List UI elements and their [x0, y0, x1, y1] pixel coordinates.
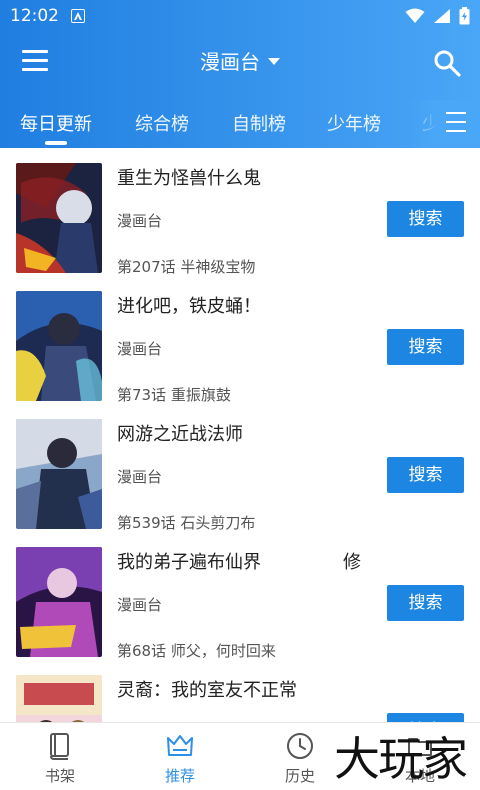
search-button[interactable]: 搜索 [387, 457, 464, 493]
system-icons [405, 7, 470, 25]
comic-source: 漫画台 [117, 468, 163, 486]
comic-source: 漫画台 [117, 596, 163, 614]
status-time: 12:02 [10, 6, 59, 26]
comic-cover [16, 675, 102, 722]
comic-title: 网游之近战法师 [117, 424, 243, 445]
list-item[interactable]: 重生为怪兽什么鬼 漫画台 第207话 半神级宝物 搜索 [0, 148, 480, 276]
latest-chapter: 第68话 师父，何时回来 [117, 642, 276, 660]
list-item[interactable]: 我的弟子遍布仙界 修 漫画台 第68话 师父，何时回来 搜索 [0, 532, 480, 660]
clock-icon [287, 733, 313, 759]
list-item[interactable]: 进化吧，铁皮蛹！ 漫画台 第73话 重振旗鼓 搜索 [0, 276, 480, 404]
active-tab-indicator [45, 141, 67, 145]
comic-title: 重生为怪兽什么鬼 [117, 168, 261, 189]
status-bar: 12:02 [0, 0, 480, 32]
tab-original-ranking[interactable]: 自制榜 [232, 110, 286, 136]
comic-source: 漫画台 [117, 340, 163, 358]
latest-chapter: 第73话 重振旗鼓 [117, 386, 231, 404]
comic-title: 灵裔：我的室友不正常 [117, 680, 297, 701]
tab-shonen-ranking[interactable]: 少年榜 [327, 110, 381, 136]
tab-overall-ranking[interactable]: 综合榜 [135, 110, 189, 136]
app-bar: 漫画台 [0, 32, 480, 92]
nav-label: 推荐 [164, 767, 195, 785]
search-button[interactable]: 搜索 [387, 585, 464, 621]
comic-title-overflow: 修 [343, 552, 361, 573]
source-selector[interactable]: 漫画台 [0, 46, 480, 75]
tab-daily-update[interactable]: 每日更新 [20, 110, 92, 136]
list-item[interactable]: 网游之近战法师 漫画台 第539话 石头剪刀布 搜索 [0, 404, 480, 532]
nav-label: 书架 [44, 767, 75, 785]
nav-bookshelf[interactable]: 书架 [0, 723, 120, 790]
search-button[interactable]: 搜索 [387, 201, 464, 237]
comic-title: 进化吧，铁皮蛹！ [117, 296, 261, 317]
wifi-icon [405, 8, 425, 23]
comic-cover [16, 163, 102, 273]
search-button[interactable]: 搜索 [387, 329, 464, 365]
latest-chapter: 第207话 半神级宝物 [117, 258, 256, 276]
notification-app-icon [71, 9, 85, 23]
signal-icon [434, 9, 450, 23]
comic-cover [16, 291, 102, 401]
comic-cover [16, 547, 102, 657]
list-item[interactable]: 灵裔：我的室友不正常 搜索 [0, 660, 480, 722]
comic-title: 我的弟子遍布仙界 [117, 552, 261, 573]
watermark-logo: 大玩家 [334, 732, 468, 786]
search-icon[interactable] [432, 48, 462, 78]
caret-down-icon [268, 58, 280, 65]
comic-source: 漫画台 [117, 212, 163, 230]
battery-icon [459, 7, 470, 25]
header: 12:02 漫画台 每日更新 综合榜 自制榜 少年榜 少 [0, 0, 480, 148]
comic-cover [16, 419, 102, 529]
search-button[interactable]: 搜索 [387, 713, 464, 722]
book-icon [50, 733, 69, 760]
tab-list-menu-button[interactable] [446, 112, 470, 134]
comic-list: 重生为怪兽什么鬼 漫画台 第207话 半神级宝物 搜索 进化吧，铁皮蛹！ 漫画台… [0, 148, 480, 722]
crown-icon [167, 735, 193, 756]
latest-chapter: 第539话 石头剪刀布 [117, 514, 256, 532]
category-tabs: 每日更新 综合榜 自制榜 少年榜 少 [0, 100, 480, 148]
page-title: 漫画台 [200, 50, 260, 74]
nav-recommend[interactable]: 推荐 [120, 723, 240, 790]
